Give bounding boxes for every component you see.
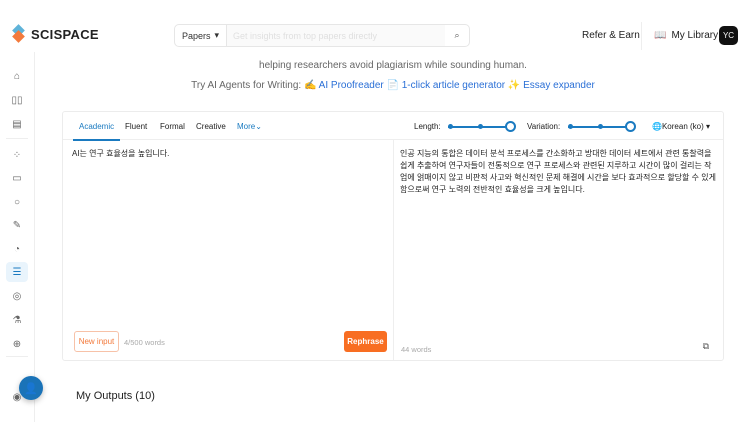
agents-icon[interactable]: ⁘ bbox=[6, 145, 28, 165]
output-word-count: 44 words bbox=[401, 345, 432, 354]
notebook-icon[interactable]: ▤ bbox=[6, 114, 28, 134]
more-label: More bbox=[237, 122, 256, 131]
library-icon: 📖 bbox=[654, 30, 667, 41]
variation-label: Variation: bbox=[527, 122, 561, 131]
search-scope-dropdown[interactable]: Papers ▾ bbox=[175, 25, 227, 46]
language-dropdown[interactable]: 🌐Korean (ko) ▾ bbox=[652, 122, 710, 131]
flask-icon[interactable]: ⚗ bbox=[6, 310, 28, 330]
length-label: Length: bbox=[414, 122, 441, 131]
globe-icon: 🌐 bbox=[652, 122, 662, 131]
scispace-logo-icon bbox=[12, 24, 26, 43]
agents-line: Try AI Agents for Writing: ✍ AI Proofrea… bbox=[191, 80, 595, 91]
variation-slider[interactable] bbox=[568, 121, 636, 132]
input-word-count: 4/500 words bbox=[124, 338, 165, 347]
chevron-down-icon: ⌄ bbox=[255, 122, 262, 131]
support-chat-button[interactable]: 👤 bbox=[19, 376, 43, 400]
library-label: My Library bbox=[671, 30, 719, 41]
ai-proofreader-link[interactable]: AI Proofreader bbox=[319, 80, 384, 91]
divider bbox=[6, 356, 28, 357]
agents-label: Try AI Agents for Writing: bbox=[191, 80, 302, 91]
library-icon[interactable]: ▯▯ bbox=[6, 90, 28, 110]
brand-name: SCISPACE bbox=[31, 26, 99, 42]
chat-pdf-icon[interactable]: ◔ bbox=[6, 239, 28, 259]
citation-search-icon[interactable]: ⊕ bbox=[6, 334, 28, 354]
logo[interactable]: SCISPACE bbox=[12, 24, 99, 43]
tab-formal[interactable]: Formal bbox=[160, 122, 185, 131]
search-icon[interactable]: ⌕ bbox=[445, 30, 469, 41]
home-icon[interactable]: ⌂ bbox=[6, 66, 28, 86]
sidebar: ⌂ ▯▯ ▤ ⁘ ▭ ○ ✎ ◔ ☰ ◎ ⚗ ⊕ ◉ bbox=[0, 52, 35, 422]
avatar[interactable]: YC bbox=[719, 26, 738, 45]
top-header: SCISPACE Papers ▾ Get insights from top p… bbox=[0, 0, 750, 52]
rephrase-button[interactable]: Rephrase bbox=[344, 331, 387, 352]
copy-icon[interactable]: ⧉ bbox=[703, 341, 709, 352]
caret-down-icon: ▾ bbox=[214, 30, 220, 40]
article-generator-link[interactable]: 1-click article generator bbox=[402, 80, 505, 91]
support-agent-icon: 👤 bbox=[24, 382, 38, 395]
paraphraser-panel: Academic Fluent Formal Creative More⌄ Le… bbox=[62, 111, 724, 361]
output-text[interactable]: 인공 지능의 통합은 데이터 분석 프로세스를 간소화하고 방대한 데이터 세트… bbox=[394, 140, 723, 204]
essay-expander-link[interactable]: Essay expander bbox=[523, 80, 595, 91]
search-input[interactable]: Get insights from top papers directly bbox=[227, 25, 445, 46]
refer-earn-link[interactable]: Refer & Earn bbox=[582, 30, 640, 41]
input-pane: AI는 연구 효율성을 높입니다. New input 4/500 words … bbox=[63, 140, 394, 360]
mode-tabs: Academic Fluent Formal Creative More⌄ Le… bbox=[63, 112, 723, 141]
search-scope-label: Papers bbox=[181, 30, 211, 41]
my-library-button[interactable]: 📖 My Library bbox=[654, 30, 718, 41]
chat-icon[interactable]: ▭ bbox=[6, 168, 28, 188]
language-label: Korean (ko) bbox=[661, 122, 704, 131]
tab-creative[interactable]: Creative bbox=[196, 122, 226, 131]
my-outputs-heading: My Outputs (10) bbox=[76, 390, 155, 402]
divider bbox=[6, 138, 28, 139]
search-icon[interactable]: ○ bbox=[6, 192, 28, 212]
paraphraser-icon[interactable]: ☰ bbox=[6, 262, 28, 282]
length-slider[interactable] bbox=[448, 121, 516, 132]
edit-icon[interactable]: ✎ bbox=[6, 215, 28, 235]
output-pane: 인공 지능의 통합은 데이터 분석 프로세스를 간소화하고 방대한 데이터 세트… bbox=[394, 140, 723, 360]
search-bar: Papers ▾ Get insights from top papers dir… bbox=[174, 24, 470, 47]
tab-more[interactable]: More⌄ bbox=[237, 122, 262, 131]
divider bbox=[641, 22, 642, 50]
description-line-2: helping researchers avoid plagiarism whi… bbox=[259, 60, 527, 71]
new-input-button[interactable]: New input bbox=[74, 331, 119, 352]
tab-academic[interactable]: Academic bbox=[72, 122, 121, 141]
ai-detector-icon[interactable]: ◎ bbox=[6, 286, 28, 306]
tab-fluent[interactable]: Fluent bbox=[125, 122, 147, 131]
input-textarea[interactable]: AI는 연구 효율성을 높입니다. bbox=[63, 140, 393, 168]
